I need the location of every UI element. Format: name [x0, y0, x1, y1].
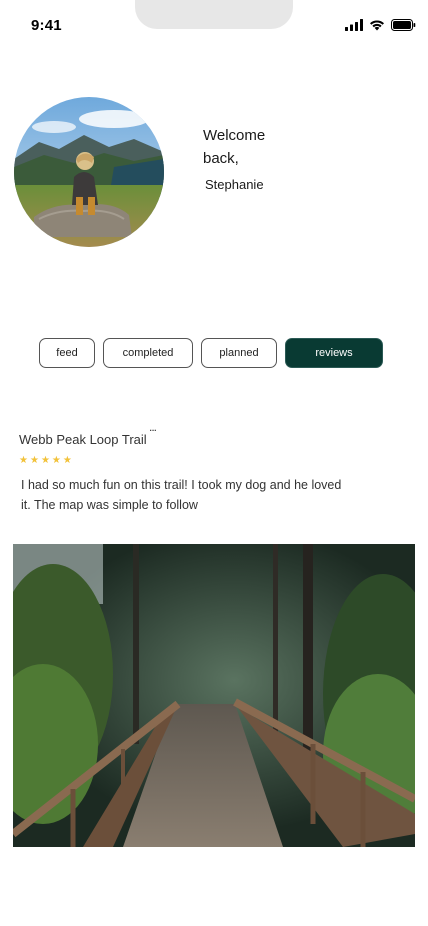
star-icon: ★	[19, 455, 28, 466]
tab-completed[interactable]: completed	[103, 338, 193, 368]
review-text: I had so much fun on this trail! I took …	[21, 478, 342, 512]
user-name: Stephanie	[205, 177, 264, 192]
more-icon[interactable]: ...	[149, 420, 157, 434]
status-icons	[345, 19, 416, 31]
welcome-heading: Welcome back,	[203, 127, 266, 167]
status-time: 9:41	[31, 17, 62, 34]
star-icon: ★	[29, 455, 39, 466]
boardwalk-image	[13, 544, 415, 847]
avatar-photo	[14, 97, 164, 247]
status-bar: 9:41	[0, 0, 428, 50]
tab-feed[interactable]: feed	[39, 338, 95, 368]
star-rating: ★ ★ ★ ★ ★	[19, 455, 72, 467]
review-trail-name[interactable]: Webb Peak Loop Trail	[19, 432, 147, 447]
signal-icon	[345, 19, 363, 31]
star-icon: ★	[40, 455, 50, 466]
tab-planned[interactable]: planned	[201, 338, 277, 368]
battery-icon	[391, 19, 416, 31]
star-icon: ★	[51, 455, 61, 466]
tab-reviews[interactable]: reviews	[285, 338, 383, 368]
star-icon: ★	[62, 455, 72, 466]
review-photo[interactable]	[13, 544, 415, 847]
device-notch	[135, 0, 293, 29]
wifi-icon	[370, 20, 384, 31]
avatar[interactable]	[14, 97, 164, 247]
